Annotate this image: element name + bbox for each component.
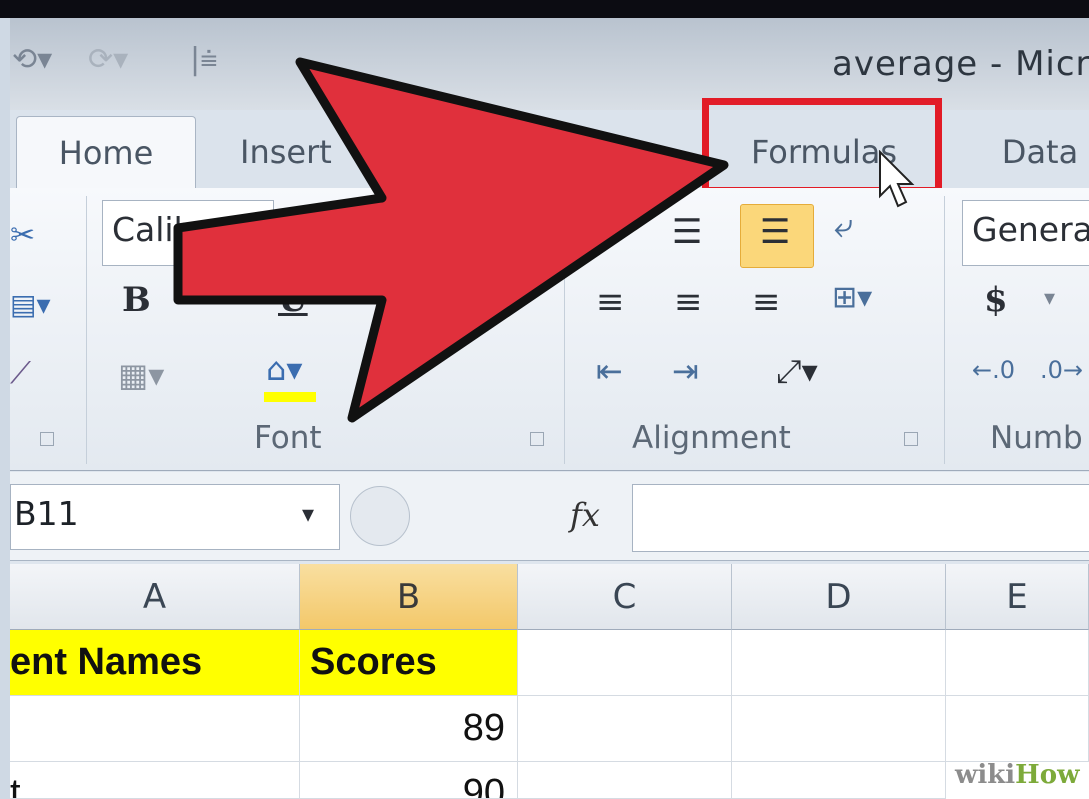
arrow-shape — [173, 57, 729, 423]
mouse-cursor-icon — [879, 150, 915, 208]
red-arrow-annotation — [173, 57, 729, 423]
